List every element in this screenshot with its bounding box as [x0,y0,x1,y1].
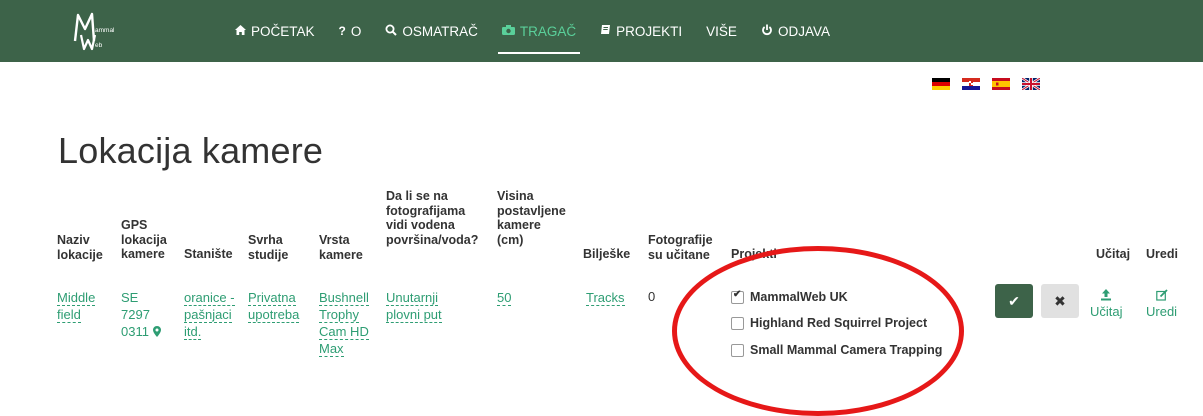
gps-line: 7297 [121,307,150,322]
header-naziv-lokacije: Naziv lokacije [57,233,103,262]
header-uredi: Uredi [1146,247,1178,261]
check-icon: ✔ [1008,292,1020,309]
nav-item-osmatrac[interactable]: OSMATRAČ [373,0,490,62]
upload-label: Učitaj [1090,304,1123,319]
link-camera-height[interactable]: 50 [497,290,512,306]
cell-visina: 50 [497,289,512,306]
cell-gps: SE 7297 0311 [121,289,171,340]
power-icon [761,24,773,39]
gps-line: SE [121,290,139,305]
nav-item-vise[interactable]: VIŠE [694,0,749,62]
confirm-button[interactable]: ✔ [995,284,1033,318]
header-svrha-studije: Svrha studije [248,233,289,262]
gps-line: 0311 [121,324,149,339]
link-gps-location[interactable]: SE 7297 0311 [121,290,161,339]
cell-naziv: Middle field [57,289,107,323]
cell-vrsta: Bushnell Trophy Cam HD Max [319,289,375,357]
edit-label: Uredi [1146,304,1178,319]
close-icon: ✖ [1054,292,1066,309]
project-label: Highland Red Squirrel Project [750,316,928,330]
edit-icon [1146,289,1177,304]
link-notes[interactable]: Tracks [586,290,625,306]
book-icon [600,24,611,38]
cancel-button[interactable]: ✖ [1041,284,1079,318]
project-label: Small Mammal Camera Trapping [750,343,943,357]
nav-label: OSMATRAČ [402,23,478,39]
flag-de-icon[interactable] [932,78,950,90]
edit-link[interactable]: Uredi [1146,289,1177,319]
search-icon [385,24,398,39]
project-option-small-mammal-camera-trapping[interactable]: Small Mammal Camera Trapping [731,343,942,357]
project-option-highland-red-squirrel[interactable]: Highland Red Squirrel Project [731,316,927,330]
main-nav: POČETAK ? O OSMATRAČ TRAGAČ PROJEKTI VIŠ… [223,0,842,62]
flag-es-icon[interactable] [992,78,1010,90]
nav-item-pocetak[interactable]: POČETAK [223,0,327,62]
link-study-purpose[interactable]: Privatna upotreba [248,290,300,323]
top-navbar: ammal eb POČETAK ? O OSMATRAČ TRAGAČ PRO… [0,0,1203,62]
upload-icon [1090,289,1123,304]
nav-label: PROJEKTI [616,23,683,39]
header-biljeske: Bilješke [583,247,631,261]
flag-uk-icon[interactable] [1022,78,1040,90]
header-gps-lokacija: GPS lokacija kamere [121,218,167,261]
nav-label: O [350,23,362,39]
project-checkbox[interactable] [731,316,744,330]
nav-item-o[interactable]: ? O [327,0,374,62]
mammalweb-logo[interactable]: ammal eb [72,11,118,51]
map-marker-icon [152,326,161,337]
header-projekti: Projekti [731,247,777,261]
cell-fotografije: 0 [648,289,656,304]
nav-label: TRAGAČ [519,23,577,39]
link-location-name[interactable]: Middle field [57,290,96,323]
header-staniste: Stanište [184,247,233,261]
cell-staniste: oranice - pašnjaci itd. [184,289,240,340]
upload-link[interactable]: Učitaj [1090,289,1123,319]
header-fotografije: Fotografije su učitane [648,233,713,262]
link-water-visible[interactable]: Unutarnji plovni put [386,290,442,323]
nav-label: ODJAVA [777,23,830,39]
flag-hr-icon[interactable] [962,78,980,90]
nav-label: POČETAK [251,23,315,39]
cell-svrha: Privatna upotreba [248,289,310,323]
header-ucitaj: Učitaj [1096,247,1131,261]
camera-icon [501,24,515,38]
page-title: Lokacija kamere [58,130,324,171]
nav-label: VIŠE [706,23,737,39]
svg-text:eb: eb [95,42,103,49]
question-icon: ? [338,24,346,38]
link-habitat[interactable]: oranice - pašnjaci itd. [184,290,235,340]
project-checkbox[interactable] [731,343,744,357]
cell-biljeske: Tracks [586,289,625,306]
svg-text:ammal: ammal [95,27,115,34]
header-visina-kamere: Visina postavljene kamere (cm) [497,189,566,247]
project-option-mammalweb-uk[interactable]: MammalWeb UK [731,289,848,304]
header-vodena-povrsina: Da li se na fotografijama vidi vodena površ… [386,189,479,247]
nav-item-projekti[interactable]: PROJEKTI [588,0,694,62]
nav-item-odjava[interactable]: ODJAVA [749,0,842,62]
annotation-ellipse [672,246,964,416]
home-icon [235,24,246,38]
nav-item-tragac[interactable]: TRAGAČ [490,0,588,62]
cell-voda: Unutarnji plovni put [386,289,466,323]
project-label: MammalWeb UK [750,290,848,304]
link-camera-type[interactable]: Bushnell Trophy Cam HD Max [319,290,369,357]
header-vrsta-kamere: Vrsta kamere [319,233,363,262]
project-checkbox[interactable] [731,289,744,304]
language-flags [932,78,1040,90]
